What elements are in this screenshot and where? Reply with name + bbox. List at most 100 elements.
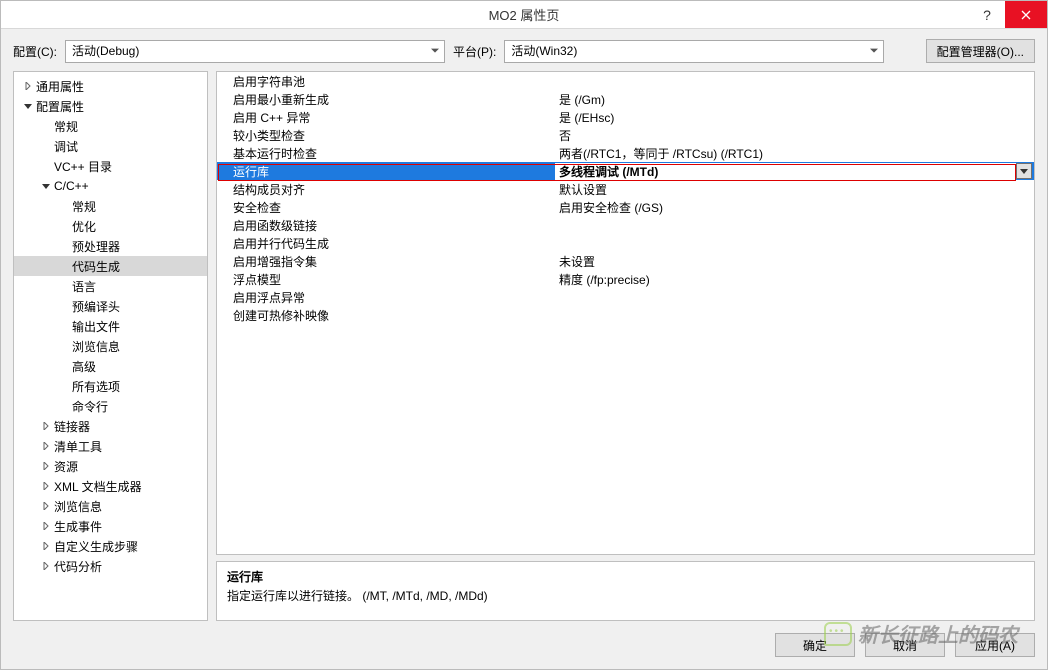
close-button[interactable] (1005, 1, 1047, 28)
property-row[interactable]: 启用增强指令集未设置 (217, 252, 1034, 270)
property-label: 浮点模型 (217, 271, 555, 288)
help-button[interactable]: ? (969, 1, 1005, 28)
tree-panel[interactable]: 通用属性配置属性常规调试VC++ 目录C/C++常规优化预处理器代码生成语言预编… (13, 71, 208, 621)
tree-item-14[interactable]: 高级 (14, 356, 207, 376)
tree-item-15[interactable]: 所有选项 (14, 376, 207, 396)
property-value[interactable]: 精度 (/fp:precise) (555, 271, 1034, 288)
tree-item-1[interactable]: 配置属性 (14, 96, 207, 116)
property-value[interactable]: 启用安全检查 (/GS) (555, 199, 1034, 216)
tree-item-label: 生成事件 (54, 518, 102, 535)
tree-item-12[interactable]: 输出文件 (14, 316, 207, 336)
apply-button[interactable]: 应用(A) (955, 633, 1035, 657)
chevron-down-icon[interactable] (40, 180, 52, 192)
tree-item-label: 清单工具 (54, 438, 102, 455)
property-label: 基本运行时检查 (217, 145, 555, 162)
property-value[interactable]: 是 (/Gm) (555, 91, 1034, 108)
tree-item-3[interactable]: 调试 (14, 136, 207, 156)
property-row[interactable]: 启用最小重新生成是 (/Gm) (217, 90, 1034, 108)
property-grid[interactable]: 启用字符串池启用最小重新生成是 (/Gm)启用 C++ 异常是 (/EHsc)较… (216, 71, 1035, 555)
tree-item-2[interactable]: 常规 (14, 116, 207, 136)
property-row[interactable]: 启用并行代码生成 (217, 234, 1034, 252)
tree-item-24[interactable]: 代码分析 (14, 556, 207, 576)
config-manager-button[interactable]: 配置管理器(O)... (926, 39, 1035, 63)
property-value[interactable]: 是 (/EHsc) (555, 109, 1034, 126)
property-row[interactable]: 浮点模型精度 (/fp:precise) (217, 270, 1034, 288)
property-row[interactable]: 启用字符串池 (217, 72, 1034, 90)
chevron-down-icon[interactable] (22, 100, 34, 112)
tree-item-label: 调试 (54, 138, 78, 155)
tree-item-18[interactable]: 清单工具 (14, 436, 207, 456)
tree-item-17[interactable]: 链接器 (14, 416, 207, 436)
tree-item-5[interactable]: C/C++ (14, 176, 207, 196)
chevron-down-icon[interactable] (1016, 163, 1032, 179)
tree-item-0[interactable]: 通用属性 (14, 76, 207, 96)
tree-item-label: 高级 (72, 358, 96, 375)
tree-item-label: 常规 (54, 118, 78, 135)
property-value[interactable]: 两者(/RTC1，等同于 /RTCsu) (/RTC1) (555, 145, 1034, 162)
property-label: 启用浮点异常 (217, 289, 555, 306)
property-row[interactable]: 启用函数级链接 (217, 216, 1034, 234)
property-value[interactable]: 否 (555, 127, 1034, 144)
tree-item-label: 浏览信息 (72, 338, 120, 355)
tree-item-label: 通用属性 (36, 78, 84, 95)
tree-item-22[interactable]: 生成事件 (14, 516, 207, 536)
tree-item-8[interactable]: 预处理器 (14, 236, 207, 256)
tree-item-label: 输出文件 (72, 318, 120, 335)
chevron-right-icon[interactable] (40, 540, 52, 552)
tree-item-label: 资源 (54, 458, 78, 475)
ok-button[interactable]: 确定 (775, 633, 855, 657)
chevron-right-icon[interactable] (40, 440, 52, 452)
tree-item-21[interactable]: 浏览信息 (14, 496, 207, 516)
tree-item-label: 优化 (72, 218, 96, 235)
property-label: 启用最小重新生成 (217, 91, 555, 108)
chevron-right-icon[interactable] (40, 500, 52, 512)
property-label: 启用并行代码生成 (217, 235, 555, 252)
property-row[interactable]: 启用浮点异常 (217, 288, 1034, 306)
tree-item-9[interactable]: 代码生成 (14, 256, 207, 276)
tree-item-label: XML 文档生成器 (54, 478, 142, 495)
property-row[interactable]: 安全检查启用安全检查 (/GS) (217, 198, 1034, 216)
tree-item-19[interactable]: 资源 (14, 456, 207, 476)
tree-item-label: 语言 (72, 278, 96, 295)
tree-item-7[interactable]: 优化 (14, 216, 207, 236)
chevron-right-icon[interactable] (40, 520, 52, 532)
chevron-right-icon[interactable] (22, 80, 34, 92)
description-title: 运行库 (227, 568, 1024, 585)
window-controls: ? (969, 1, 1047, 28)
tree-item-label: 配置属性 (36, 98, 84, 115)
property-value[interactable]: 未设置 (555, 253, 1034, 270)
property-row[interactable]: 创建可热修补映像 (217, 306, 1034, 324)
property-label: 结构成员对齐 (217, 181, 555, 198)
cancel-button[interactable]: 取消 (865, 633, 945, 657)
property-value[interactable]: 多线程调试 (/MTd) (555, 163, 1016, 180)
tree-item-11[interactable]: 预编译头 (14, 296, 207, 316)
chevron-right-icon[interactable] (40, 560, 52, 572)
chevron-right-icon[interactable] (40, 460, 52, 472)
tree-item-23[interactable]: 自定义生成步骤 (14, 536, 207, 556)
tree-item-10[interactable]: 语言 (14, 276, 207, 296)
property-row[interactable]: 基本运行时检查两者(/RTC1，等同于 /RTCsu) (/RTC1) (217, 144, 1034, 162)
property-row[interactable]: 启用 C++ 异常是 (/EHsc) (217, 108, 1034, 126)
window-title: MO2 属性页 (489, 5, 560, 24)
chevron-right-icon[interactable] (40, 420, 52, 432)
property-label: 启用函数级链接 (217, 217, 555, 234)
property-row[interactable]: 运行库多线程调试 (/MTd) (217, 162, 1034, 180)
tree-item-4[interactable]: VC++ 目录 (14, 156, 207, 176)
property-value[interactable]: 默认设置 (555, 181, 1034, 198)
config-select[interactable]: 活动(Debug) (65, 40, 445, 63)
platform-select[interactable]: 活动(Win32) (504, 40, 884, 63)
tree-item-label: 浏览信息 (54, 498, 102, 515)
property-label: 启用 C++ 异常 (217, 109, 555, 126)
property-label: 启用字符串池 (217, 73, 555, 90)
tree-item-13[interactable]: 浏览信息 (14, 336, 207, 356)
property-row[interactable]: 较小类型检查否 (217, 126, 1034, 144)
chevron-right-icon[interactable] (40, 480, 52, 492)
tree-item-6[interactable]: 常规 (14, 196, 207, 216)
config-row: 配置(C): 活动(Debug) 平台(P): 活动(Win32) 配置管理器(… (1, 29, 1047, 71)
property-row[interactable]: 结构成员对齐默认设置 (217, 180, 1034, 198)
property-label: 运行库 (217, 163, 555, 180)
tree-item-label: 所有选项 (72, 378, 120, 395)
tree-item-20[interactable]: XML 文档生成器 (14, 476, 207, 496)
tree-item-label: 常规 (72, 198, 96, 215)
tree-item-16[interactable]: 命令行 (14, 396, 207, 416)
